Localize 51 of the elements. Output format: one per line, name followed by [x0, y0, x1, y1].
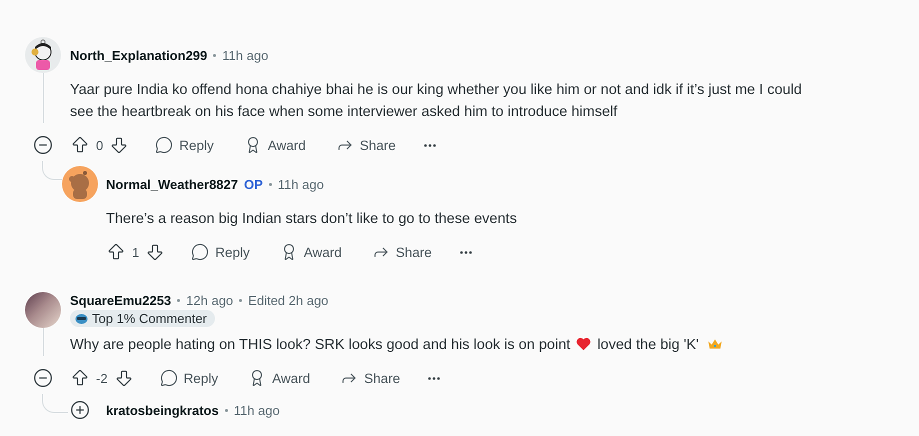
reply-button[interactable]: Reply [147, 132, 222, 158]
speech-bubble-icon [191, 243, 210, 261]
photo-placeholder[interactable] [25, 292, 61, 328]
expand-button[interactable] [70, 400, 90, 420]
avatar-icon[interactable] [25, 37, 61, 73]
more-options-button[interactable] [460, 250, 472, 254]
ellipsis-icon [424, 144, 436, 146]
commenter-badge: Top 1% Commenter [70, 310, 215, 327]
timestamp: 11h ago [234, 402, 280, 418]
downvote-button[interactable] [145, 242, 166, 262]
vote-count: 1 [132, 244, 140, 260]
share-button[interactable]: Share [364, 239, 440, 265]
thread-line [42, 161, 62, 180]
vote-count: 0 [96, 138, 104, 152]
ellipsis-icon [460, 250, 472, 254]
collapse-button[interactable] [33, 368, 53, 388]
more-options-button[interactable] [424, 144, 436, 146]
edited-label: Edited 2h ago [248, 293, 328, 308]
crown-icon [706, 337, 723, 351]
thread-line [42, 394, 68, 413]
share-button[interactable]: Share [332, 365, 408, 391]
username[interactable]: Normal_Weather8827 [106, 176, 238, 192]
speech-bubble-icon [155, 136, 174, 154]
award-button[interactable]: Award [240, 365, 318, 391]
reply-button[interactable]: Reply [152, 365, 226, 391]
award-button[interactable]: Award [236, 132, 314, 158]
comment-text: Why are people hating on THIS look? SRK looks good and his look is on point loved the big 'K' [70, 334, 805, 356]
username[interactable]: North_Explanation299 [70, 48, 208, 62]
award-button[interactable]: Award [272, 239, 350, 265]
more-options-button[interactable] [428, 376, 440, 380]
share-button[interactable]: Share [328, 132, 404, 158]
badge-icon [75, 312, 88, 324]
ellipsis-icon [428, 376, 440, 380]
speech-bubble-icon [160, 369, 178, 387]
op-label: OP [244, 176, 263, 192]
vote-count: -2 [96, 370, 108, 386]
upvote-button[interactable] [70, 135, 90, 155]
reply-button[interactable]: Reply [183, 239, 258, 265]
collapse-button[interactable] [33, 135, 53, 155]
timestamp: 11h ago [278, 176, 324, 192]
heart-icon [576, 337, 592, 351]
timestamp: 12h ago [186, 293, 234, 308]
upvote-button[interactable] [106, 242, 126, 262]
comment-text: There’s a reason big Indian stars don’t like to go to these events [106, 210, 518, 229]
comment-text: Yaar pure India ko offend hona chahiye bhai he is our king whether you like him or not and idk if it’s just me I could see the heartbreak on his face when some interviewer asked him to introduce himself [70, 81, 803, 122]
timestamp: 11h ago [222, 48, 268, 62]
username[interactable]: kratosbeingkratos [106, 402, 219, 418]
downvote-button[interactable] [109, 135, 130, 155]
downvote-button[interactable] [114, 368, 134, 388]
username[interactable]: SquareEmu2253 [70, 293, 172, 308]
upvote-button[interactable] [70, 368, 90, 388]
